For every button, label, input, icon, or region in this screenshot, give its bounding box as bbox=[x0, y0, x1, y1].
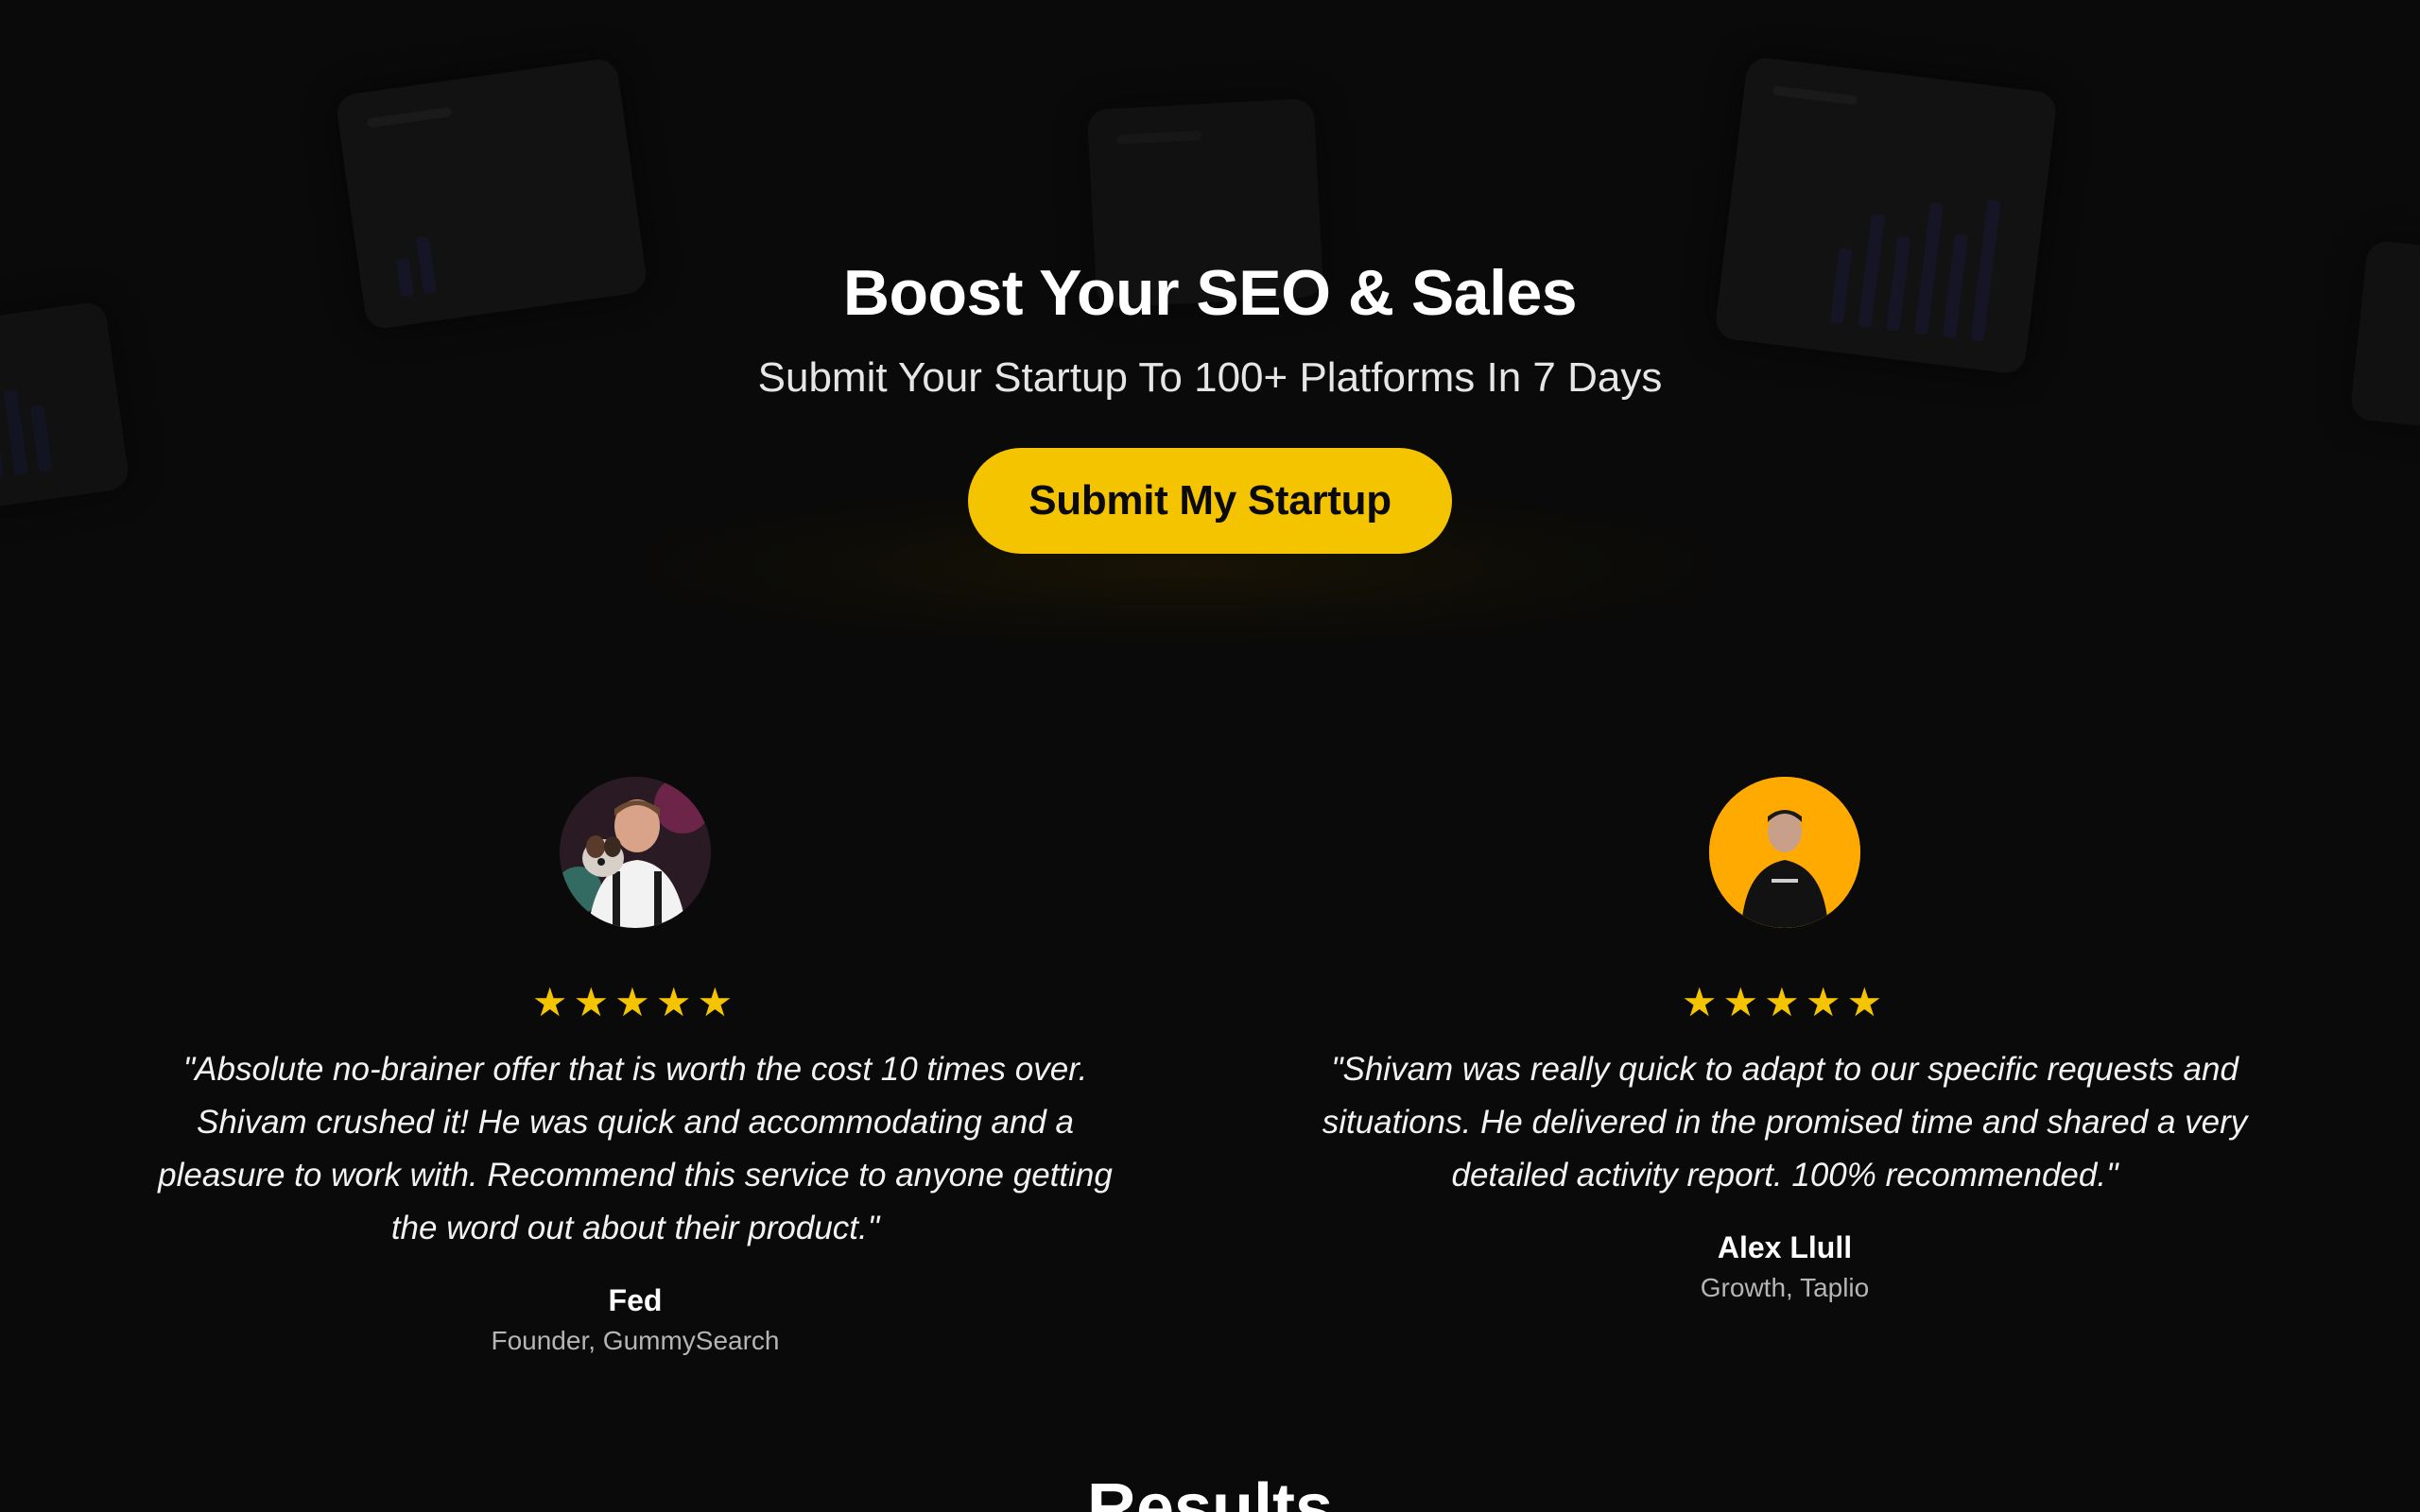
testimonial-card: ★★★★★ "Absolute no-brainer offer that is… bbox=[106, 777, 1165, 1356]
hero-section: Boost Your SEO & Sales Submit Your Start… bbox=[0, 255, 2420, 555]
five-star-rating: ★★★★★ bbox=[1681, 979, 1889, 1025]
testimonial-card: ★★★★★ "Shivam was really quick to adapt … bbox=[1255, 777, 2314, 1303]
page: Boost Your SEO & Sales Submit Your Start… bbox=[0, 0, 2420, 1512]
hero-subtitle: Submit Your Startup To 100+ Platforms In… bbox=[757, 353, 1663, 401]
hero-title: Boost Your SEO & Sales bbox=[842, 257, 1578, 329]
testimonial-author-name: Alex Llull bbox=[1717, 1230, 1853, 1264]
submit-startup-button[interactable]: Submit My Startup bbox=[968, 448, 1452, 555]
testimonial-author-role: Founder, GummySearch bbox=[491, 1326, 780, 1355]
five-star-rating: ★★★★★ bbox=[531, 979, 739, 1025]
testimonial-author-role: Growth, Taplio bbox=[1700, 1273, 1870, 1302]
avatar bbox=[1709, 777, 1860, 928]
testimonial-author-name: Fed bbox=[608, 1283, 663, 1317]
avatar bbox=[560, 777, 711, 928]
testimonial-quote: "Absolute no-brainer offer that is worth… bbox=[158, 1051, 1113, 1246]
testimonial-quote: "Shivam was really quick to adapt to our… bbox=[1322, 1051, 2248, 1194]
results-section-title: Results bbox=[1086, 1470, 1334, 1512]
